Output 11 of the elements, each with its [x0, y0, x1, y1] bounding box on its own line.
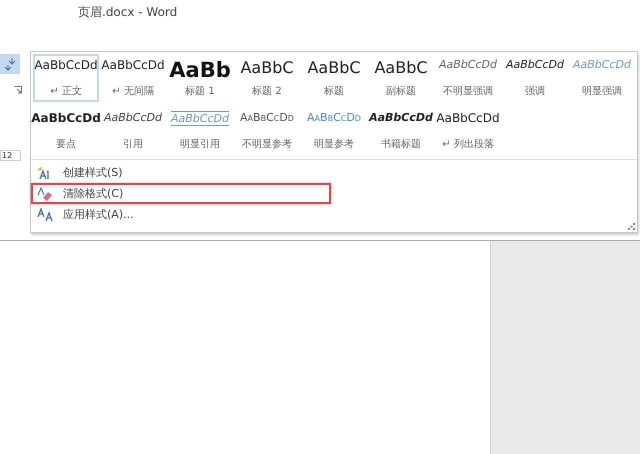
resize-grip-icon[interactable]: [628, 223, 635, 230]
menu-item[interactable]: 创建样式(S): [31, 162, 331, 183]
menu-item[interactable]: 应用样式(A)...: [31, 204, 331, 225]
dialog-launcher-icon[interactable]: [14, 86, 22, 94]
eraser-icon: [37, 186, 53, 200]
menu-item[interactable]: 清除格式(C): [31, 183, 331, 204]
apply-style-icon: [37, 208, 53, 222]
style-gallery-item[interactable]: AaBbCcDd ↵ 正文: [33, 54, 99, 102]
window-title: 页眉.docx - Word: [77, 4, 178, 20]
format-painter-icon[interactable]: [0, 54, 20, 74]
font-size-field[interactable]: 12: [0, 150, 21, 161]
